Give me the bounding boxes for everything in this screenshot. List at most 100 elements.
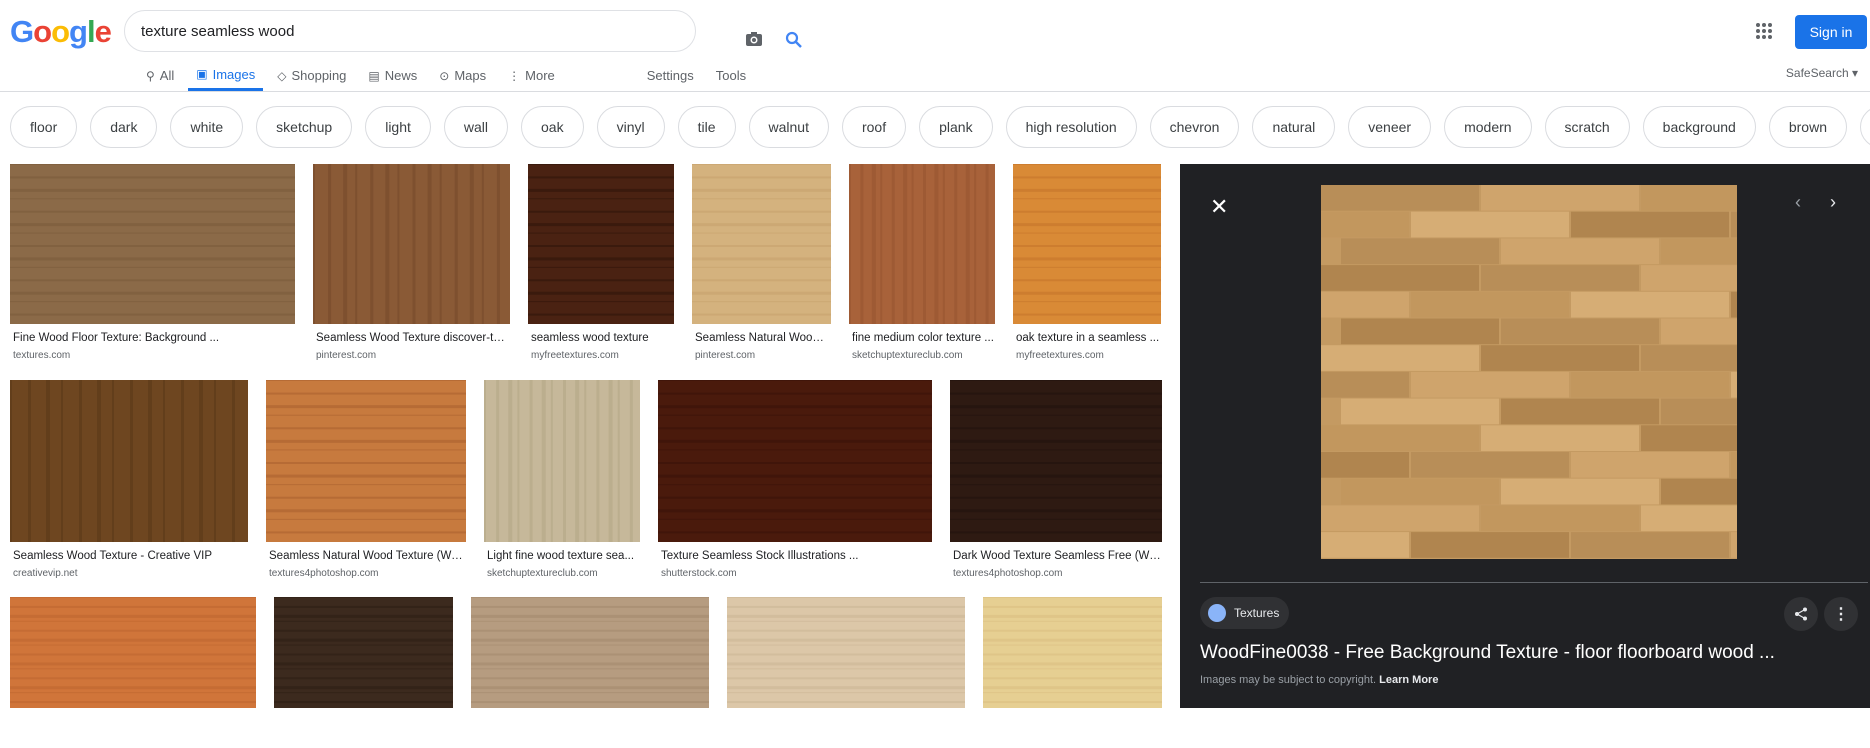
image-result[interactable] <box>983 597 1162 748</box>
floor-plank <box>1341 478 1499 505</box>
floor-plank <box>1481 185 1639 211</box>
result-title[interactable]: Dark Wood Texture Seamless Free (Wo... <box>953 550 1161 562</box>
result-thumbnail[interactable] <box>658 380 932 542</box>
image-result[interactable]: Seamless Wood Texture discover-tex... pin… <box>313 164 510 364</box>
tab-news[interactable]: ▤ News <box>360 60 425 91</box>
preview-title[interactable]: WoodFine0038 - Free Background Texture -… <box>1200 642 1775 664</box>
result-thumbnail[interactable] <box>10 164 295 324</box>
camera-icon[interactable] <box>745 31 763 52</box>
preview-image[interactable] <box>1321 185 1737 559</box>
image-result[interactable] <box>274 597 453 748</box>
chip[interactable]: veneer <box>1348 106 1432 148</box>
search-input[interactable] <box>141 11 611 51</box>
chip[interactable]: wall <box>443 106 509 148</box>
result-title[interactable]: Seamless Wood Texture - Creative VIP <box>13 550 247 562</box>
apps-grid-icon[interactable] <box>1755 22 1775 42</box>
result-title[interactable]: Seamless Wood Texture discover-tex... <box>316 332 509 344</box>
chip[interactable]: brown <box>1768 106 1847 148</box>
chip[interactable]: light <box>365 106 431 148</box>
result-thumbnail[interactable] <box>983 597 1162 708</box>
result-title[interactable]: Seamless Natural Wood ... <box>695 332 830 344</box>
result-thumbnail[interactable] <box>528 164 674 324</box>
chip[interactable]: background <box>1642 106 1756 148</box>
image-result[interactable]: Texture Seamless Stock Illustrations ...… <box>658 380 932 582</box>
chip[interactable]: scratch <box>1544 106 1630 148</box>
logo-letter: l <box>86 14 96 49</box>
chip[interactable]: high resolution <box>1005 106 1137 148</box>
chip[interactable]: roof <box>841 106 907 148</box>
chip[interactable]: concrete <box>1859 106 1870 148</box>
image-result[interactable]: Seamless Wood Texture - Creative VIP crea… <box>10 380 248 582</box>
tab-label: News <box>384 68 418 83</box>
result-title[interactable]: Texture Seamless Stock Illustrations ... <box>661 550 931 562</box>
chip[interactable]: modern <box>1444 106 1532 148</box>
tab-more[interactable]: ⋮ More <box>500 60 563 91</box>
result-thumbnail[interactable] <box>10 380 248 542</box>
close-icon[interactable]: ✕ <box>1210 194 1228 220</box>
chevron-right-icon[interactable]: › <box>1830 192 1836 213</box>
result-title[interactable]: oak texture in a seamless ... <box>1016 332 1160 344</box>
image-result[interactable] <box>10 597 256 748</box>
result-thumbnail[interactable] <box>727 597 965 708</box>
source-pill[interactable]: Textures <box>1200 597 1290 629</box>
chip[interactable]: dark <box>90 106 158 148</box>
result-thumbnail[interactable] <box>849 164 995 324</box>
result-thumbnail[interactable] <box>10 597 256 708</box>
tab-maps[interactable]: ⊙ Maps <box>431 60 494 91</box>
chip[interactable]: oak <box>521 106 584 148</box>
logo-letter: G <box>10 14 34 49</box>
result-thumbnail[interactable] <box>950 380 1162 542</box>
image-result[interactable]: Light fine wood texture sea... sketchupte… <box>484 380 640 582</box>
chip[interactable]: vinyl <box>596 106 665 148</box>
google-logo[interactable]: Google <box>10 14 112 50</box>
dots-icon: ⋮ <box>508 68 521 83</box>
image-result[interactable]: oak texture in a seamless ... myfreetextu… <box>1013 164 1161 364</box>
floor-plank <box>1731 291 1737 318</box>
result-thumbnail[interactable] <box>313 164 510 324</box>
result-title[interactable]: Seamless Natural Wood Texture (Wo... <box>269 550 465 562</box>
result-thumbnail[interactable] <box>484 380 640 542</box>
result-title[interactable]: fine medium color texture ... <box>852 332 994 344</box>
result-source: pinterest.com <box>695 350 756 361</box>
tab-tools[interactable]: Tools <box>708 60 754 91</box>
result-thumbnail[interactable] <box>266 380 466 542</box>
floor-plank <box>1321 345 1479 371</box>
floor-plank <box>1411 452 1569 478</box>
chip[interactable]: natural <box>1252 106 1336 148</box>
result-title[interactable]: Fine Wood Floor Texture: Background ... <box>13 332 294 344</box>
chip[interactable]: tile <box>677 106 736 148</box>
tab-shopping[interactable]: ◇ Shopping <box>269 60 354 91</box>
search-icon[interactable] <box>785 31 803 54</box>
result-thumbnail[interactable] <box>274 597 453 708</box>
chip[interactable]: chevron <box>1149 106 1240 148</box>
image-result[interactable] <box>727 597 965 748</box>
refinement-chips: floor dark white sketchup light wall oak vinyl t… <box>10 106 1870 150</box>
image-result[interactable]: Seamless Natural Wood Texture (Wo... text… <box>266 380 466 582</box>
image-result[interactable] <box>471 597 709 748</box>
learn-more-link[interactable]: Learn More <box>1379 674 1438 686</box>
chip[interactable]: sketchup <box>256 106 353 148</box>
chip[interactable]: walnut <box>748 106 829 148</box>
share-button[interactable] <box>1784 597 1818 631</box>
tab-all[interactable]: ⚲ All <box>138 60 182 91</box>
chip[interactable]: white <box>170 106 244 148</box>
safesearch-menu[interactable]: SafeSearch ▾ <box>1786 66 1858 80</box>
image-result[interactable]: Seamless Natural Wood ... pinterest.com <box>692 164 831 364</box>
result-thumbnail[interactable] <box>1013 164 1161 324</box>
chip[interactable]: plank <box>919 106 993 148</box>
result-thumbnail[interactable] <box>471 597 709 708</box>
image-result[interactable]: fine medium color texture ... sketchuptex… <box>849 164 995 364</box>
more-options-button[interactable]: ⋮ <box>1824 597 1858 631</box>
sign-in-button[interactable]: Sign in <box>1795 15 1867 49</box>
image-result[interactable]: Dark Wood Texture Seamless Free (Wo... te… <box>950 380 1162 582</box>
floor-plank <box>1641 505 1737 532</box>
result-thumbnail[interactable] <box>692 164 831 324</box>
result-title[interactable]: seamless wood texture <box>531 332 673 344</box>
tab-settings[interactable]: Settings <box>639 60 702 91</box>
result-title[interactable]: Light fine wood texture sea... <box>487 550 639 562</box>
image-result[interactable]: Fine Wood Floor Texture: Background ... t… <box>10 164 295 364</box>
image-result[interactable]: seamless wood texture myfreetextures.com <box>528 164 674 364</box>
chevron-left-icon[interactable]: ‹ <box>1795 192 1801 213</box>
chip[interactable]: floor <box>10 106 78 148</box>
tab-images[interactable]: ▣ Images <box>188 60 264 91</box>
